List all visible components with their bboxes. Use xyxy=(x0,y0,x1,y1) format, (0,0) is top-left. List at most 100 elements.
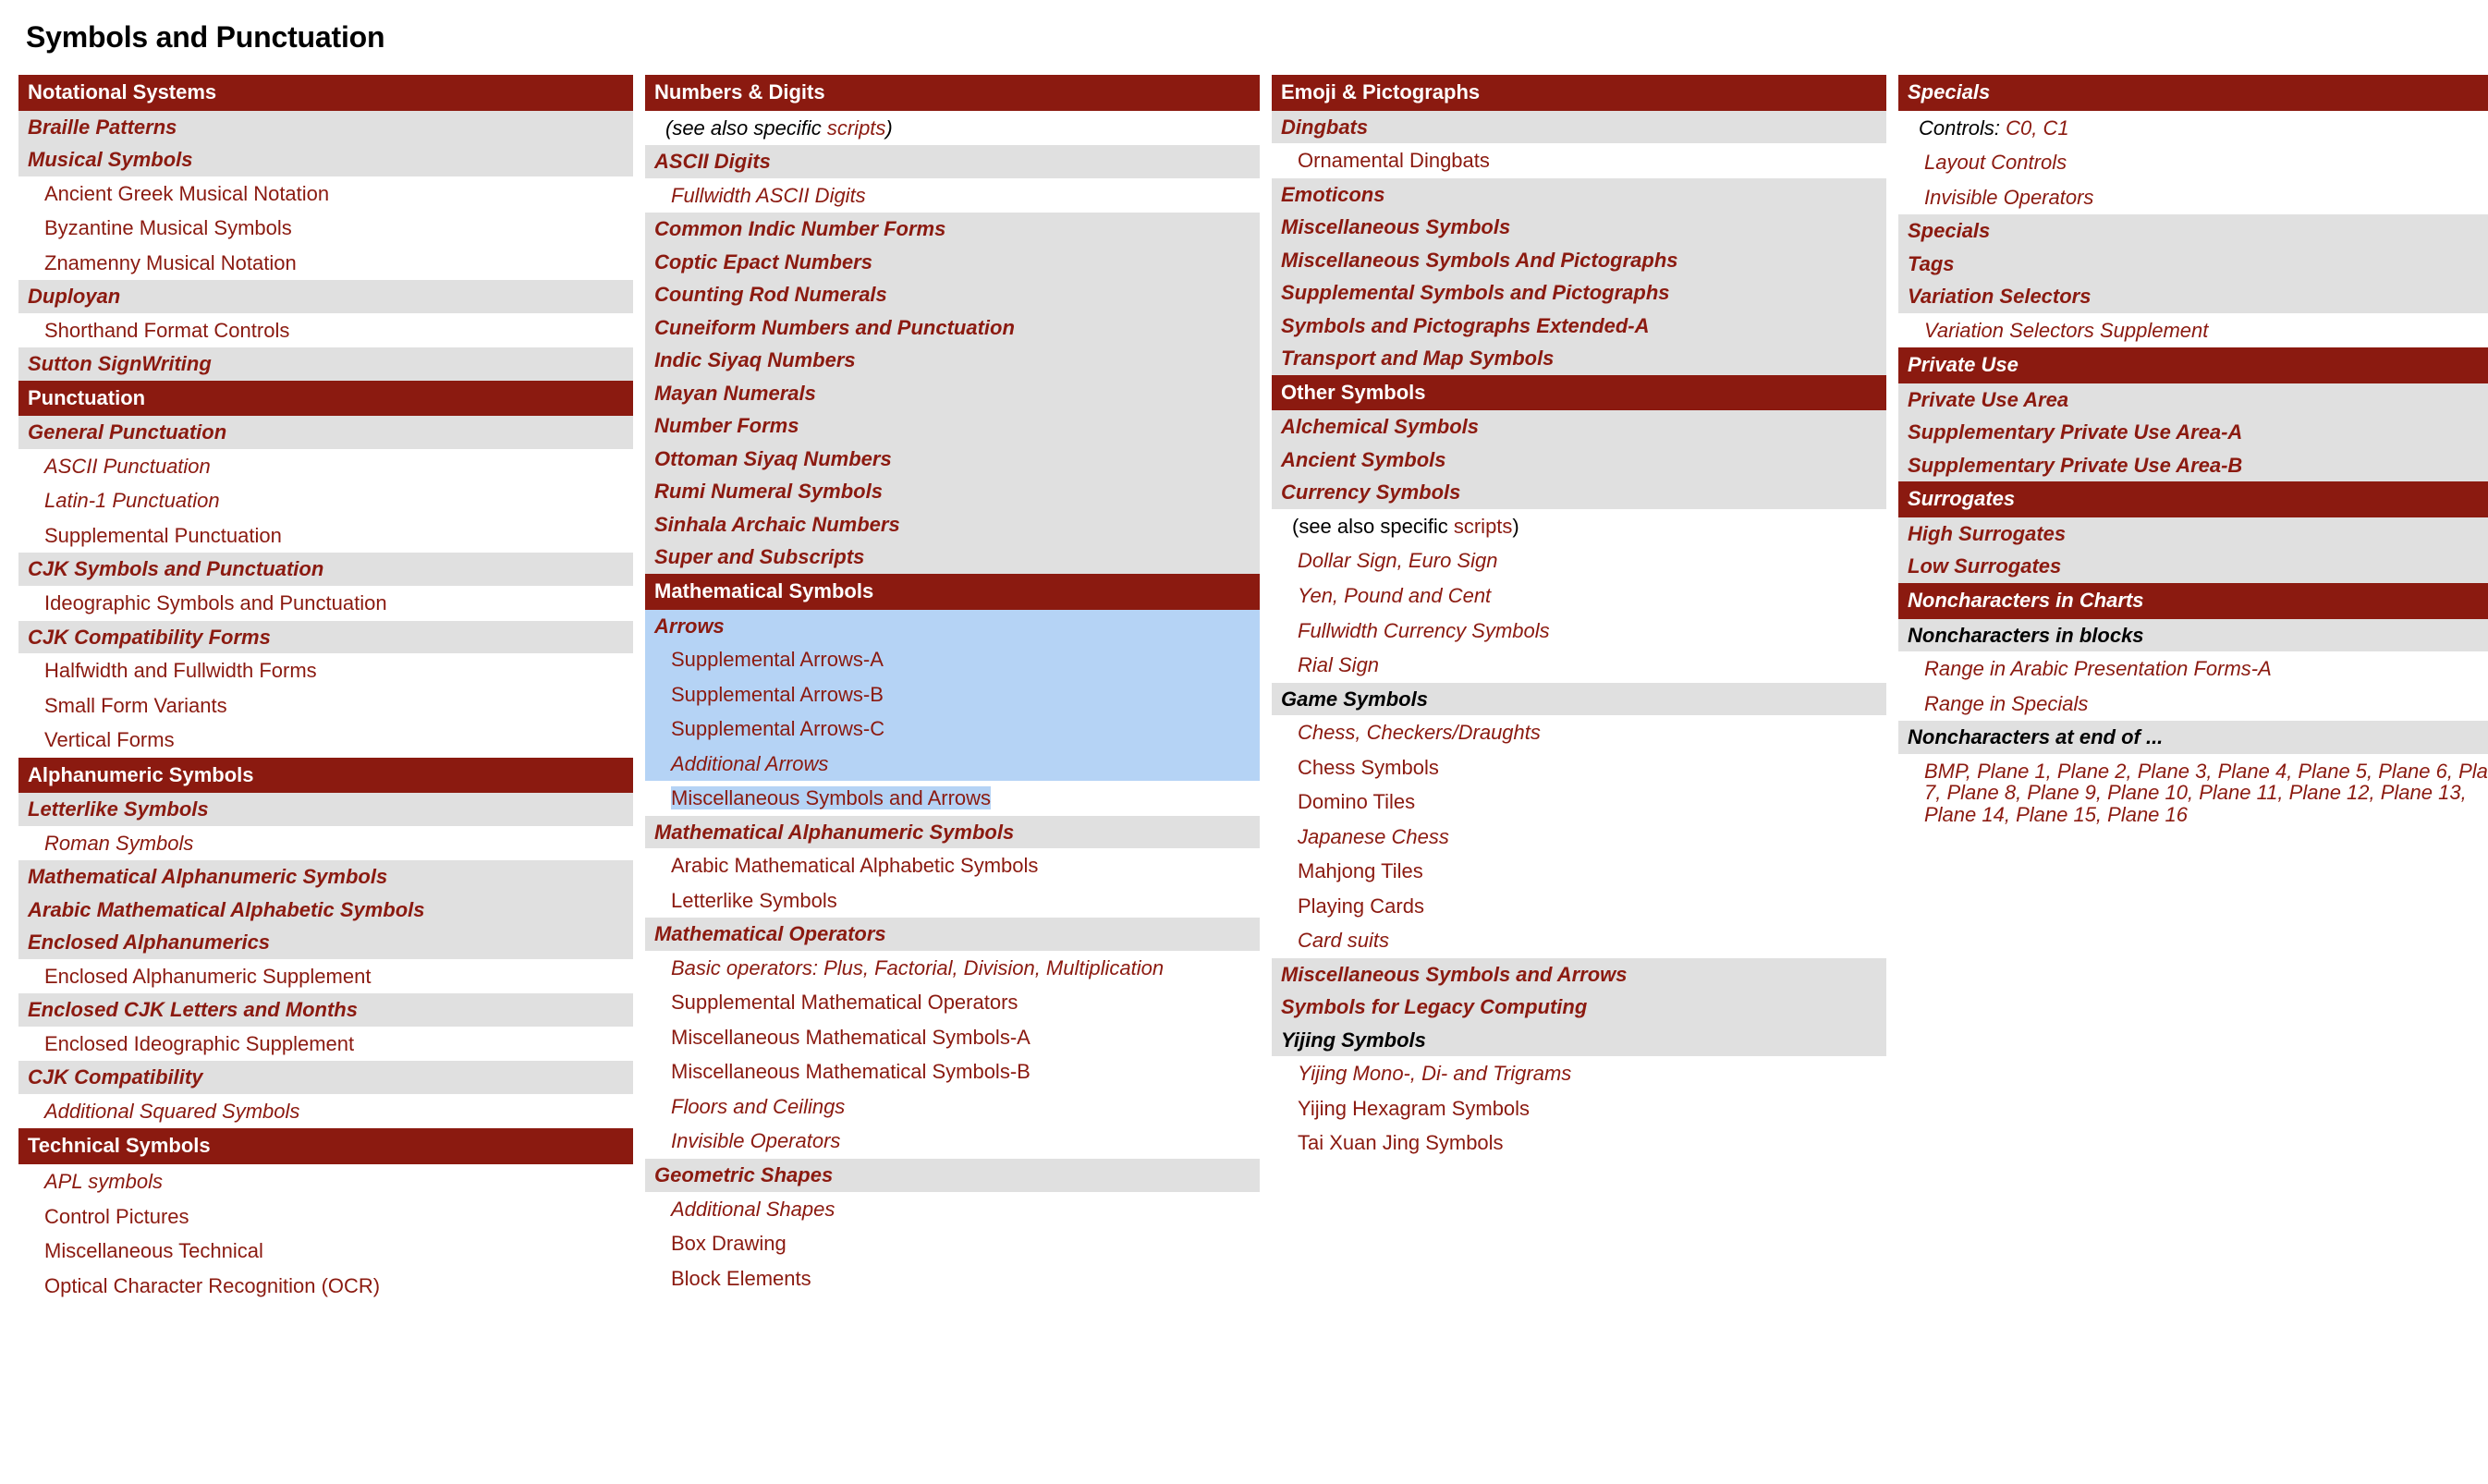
block-item-link[interactable]: Ideographic Symbols and Punctuation xyxy=(18,586,633,621)
block-group-link[interactable]: Mathematical Operators xyxy=(645,918,1260,951)
text-selection-highlight[interactable]: Arrows Supplemental Arrows-A Supplemental … xyxy=(645,609,1260,782)
block-group-link[interactable]: Mathematical Alphanumeric Symbols xyxy=(645,815,1260,849)
block-item-link[interactable]: Supplemental Punctuation xyxy=(18,518,633,553)
block-item-link[interactable]: Arabic Mathematical Alphabetic Symbols xyxy=(645,848,1260,883)
block-group-link[interactable]: Dingbats xyxy=(1272,110,1886,144)
selected-text[interactable]: Miscellaneous Symbols and Arrows xyxy=(671,786,992,810)
block-item-link[interactable]: Layout Controls xyxy=(1898,145,2488,180)
block-group-link[interactable]: Low Surrogates xyxy=(1898,550,2488,583)
block-item-link[interactable]: Miscellaneous Mathematical Symbols-B xyxy=(645,1054,1260,1089)
block-item-link[interactable]: Yen, Pound and Cent xyxy=(1272,578,1886,614)
block-item-link[interactable]: BMP, Plane 1, Plane 2, Plane 3, Plane 4,… xyxy=(1898,754,2488,833)
block-group-link[interactable]: Arrows xyxy=(645,610,1260,643)
block-group-link[interactable]: Miscellaneous Symbols and Arrows xyxy=(1272,957,1886,991)
block-item-link[interactable]: Supplemental Mathematical Operators xyxy=(645,985,1260,1020)
block-item-link[interactable]: Box Drawing xyxy=(645,1226,1260,1261)
block-group-link[interactable]: Ancient Symbols xyxy=(1272,443,1886,477)
block-group-link[interactable]: Common Indic Number Forms xyxy=(645,213,1260,246)
block-item-link[interactable]: Byzantine Musical Symbols xyxy=(18,211,633,246)
block-item-link[interactable]: Range in Arabic Presentation Forms-A xyxy=(1898,651,2488,687)
block-group-link[interactable]: Tags xyxy=(1898,247,2488,281)
scripts-link[interactable]: scripts xyxy=(827,116,886,140)
block-item-link[interactable]: Supplemental Arrows-A xyxy=(645,642,1260,677)
block-item-link[interactable]: Card suits xyxy=(1272,923,1886,958)
block-item-link[interactable]: Miscellaneous Mathematical Symbols-A xyxy=(645,1020,1260,1055)
block-item-link[interactable]: Chess Symbols xyxy=(1272,750,1886,785)
block-item-link[interactable]: Miscellaneous Symbols and Arrows xyxy=(645,781,1260,816)
block-group-link[interactable]: Private Use Area xyxy=(1898,383,2488,417)
block-group-link[interactable]: Miscellaneous Symbols And Pictographs xyxy=(1272,243,1886,277)
block-group-link[interactable]: Duployan xyxy=(18,280,633,313)
text-selection-tail[interactable]: Miscellaneous Symbols and Arrows xyxy=(645,781,1260,816)
block-item-link[interactable]: Znamenny Musical Notation xyxy=(18,246,633,281)
block-group-link[interactable]: Supplementary Private Use Area-B xyxy=(1898,448,2488,482)
block-group-link[interactable]: Noncharacters at end of ... xyxy=(1898,721,2488,754)
block-item-link[interactable]: Additional Shapes xyxy=(645,1192,1260,1227)
block-item-link[interactable]: Vertical Forms xyxy=(18,723,633,758)
block-group-link[interactable]: Musical Symbols xyxy=(18,143,633,176)
block-group-link[interactable]: CJK Symbols and Punctuation xyxy=(18,553,633,586)
block-item-link[interactable]: Playing Cards xyxy=(1272,889,1886,924)
block-item-link[interactable]: Yijing Mono-, Di- and Trigrams xyxy=(1272,1056,1886,1091)
block-group-link[interactable]: Enclosed CJK Letters and Months xyxy=(18,993,633,1027)
block-item-link[interactable]: Invisible Operators xyxy=(1898,180,2488,215)
block-group-link[interactable]: Supplementary Private Use Area-A xyxy=(1898,416,2488,449)
controls-link[interactable]: C0, C1 xyxy=(2006,116,2068,140)
block-item-link[interactable]: ASCII Punctuation xyxy=(18,449,633,484)
block-item-link[interactable]: Additional Squared Symbols xyxy=(18,1094,633,1129)
block-item-link[interactable]: Dollar Sign, Euro Sign xyxy=(1272,543,1886,578)
block-group-link[interactable]: Cuneiform Numbers and Punctuation xyxy=(645,310,1260,345)
block-group-link[interactable]: Rumi Numeral Symbols xyxy=(645,475,1260,508)
block-group-link[interactable]: Indic Siyaq Numbers xyxy=(645,344,1260,377)
block-item-link[interactable]: Roman Symbols xyxy=(18,826,633,861)
block-group-link[interactable]: Ottoman Siyaq Numbers xyxy=(645,442,1260,476)
block-group-link[interactable]: Number Forms xyxy=(645,409,1260,443)
block-group-link[interactable]: Game Symbols xyxy=(1272,682,1886,716)
block-item-link[interactable]: Tai Xuan Jing Symbols xyxy=(1272,1125,1886,1161)
block-item-link[interactable]: Latin-1 Punctuation xyxy=(18,483,633,518)
block-item-link[interactable]: Additional Arrows xyxy=(645,747,1260,782)
block-group-link[interactable]: Sutton SignWriting xyxy=(18,347,633,381)
block-item-link[interactable]: Halfwidth and Fullwidth Forms xyxy=(18,653,633,688)
block-item-link[interactable]: Variation Selectors Supplement xyxy=(1898,313,2488,348)
block-group-link[interactable]: Mathematical Alphanumeric Symbols xyxy=(18,860,633,894)
block-item-link[interactable]: Shorthand Format Controls xyxy=(18,313,633,348)
block-item-link[interactable]: Optical Character Recognition (OCR) xyxy=(18,1269,633,1304)
block-group-link[interactable]: CJK Compatibility xyxy=(18,1061,633,1094)
block-item-link[interactable]: Fullwidth Currency Symbols xyxy=(1272,614,1886,649)
block-group-link[interactable]: Currency Symbols xyxy=(1272,476,1886,509)
block-item-link[interactable]: Supplemental Arrows-C xyxy=(645,712,1260,747)
block-item-link[interactable]: Basic operators: Plus, Factorial, Divisi… xyxy=(645,951,1260,986)
block-group-link[interactable]: Braille Patterns xyxy=(18,110,633,144)
block-group-link[interactable]: Alchemical Symbols xyxy=(1272,410,1886,444)
block-group-link[interactable]: Specials xyxy=(1898,214,2488,248)
block-item-link[interactable]: Control Pictures xyxy=(18,1199,633,1235)
block-group-link[interactable]: Counting Rod Numerals xyxy=(645,278,1260,311)
block-item-link[interactable]: Enclosed Ideographic Supplement xyxy=(18,1027,633,1062)
block-item-link[interactable]: APL symbols xyxy=(18,1164,633,1199)
block-item-link[interactable]: Miscellaneous Technical xyxy=(18,1234,633,1269)
block-group-link[interactable]: ASCII Digits xyxy=(645,145,1260,178)
block-item-link[interactable]: Supplemental Arrows-B xyxy=(645,677,1260,712)
block-group-link[interactable]: Yijing Symbols xyxy=(1272,1023,1886,1057)
block-item-link[interactable]: Domino Tiles xyxy=(1272,785,1886,820)
block-item-link[interactable]: Small Form Variants xyxy=(18,688,633,724)
block-group-link[interactable]: Variation Selectors xyxy=(1898,280,2488,313)
block-group-link[interactable]: Noncharacters in blocks xyxy=(1898,618,2488,652)
block-item-link[interactable]: Letterlike Symbols xyxy=(645,883,1260,918)
block-item-link[interactable]: Floors and Ceilings xyxy=(645,1089,1260,1125)
block-group-link[interactable]: Symbols and Pictographs Extended-A xyxy=(1272,309,1886,343)
block-item-link[interactable]: Fullwidth ASCII Digits xyxy=(645,178,1260,213)
block-group-link[interactable]: CJK Compatibility Forms xyxy=(18,620,633,654)
block-group-link[interactable]: Geometric Shapes xyxy=(645,1159,1260,1192)
block-item-link[interactable]: Ancient Greek Musical Notation xyxy=(18,176,633,212)
block-group-link[interactable]: Enclosed Alphanumerics xyxy=(18,926,633,959)
block-group-link[interactable]: Supplemental Symbols and Pictographs xyxy=(1272,276,1886,310)
block-group-link[interactable]: Miscellaneous Symbols xyxy=(1272,211,1886,244)
block-item-link[interactable]: Mahjong Tiles xyxy=(1272,854,1886,889)
block-group-link[interactable]: Letterlike Symbols xyxy=(18,793,633,826)
block-group-link[interactable]: Coptic Epact Numbers xyxy=(645,245,1260,279)
block-group-link[interactable]: Arabic Mathematical Alphabetic Symbols xyxy=(18,893,633,927)
block-group-link[interactable]: Transport and Map Symbols xyxy=(1272,342,1886,375)
block-item-link[interactable]: Yijing Hexagram Symbols xyxy=(1272,1091,1886,1126)
